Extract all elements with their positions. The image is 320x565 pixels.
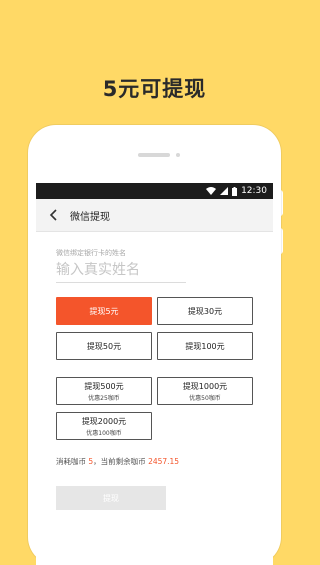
summary-middle: ，当前剩余咖币 [93, 457, 146, 466]
option-discount: 优惠50咖币 [189, 394, 221, 402]
status-bar: 12:30 [36, 183, 273, 199]
option-withdraw-2000[interactable]: 提现2000元 优惠100咖币 [56, 412, 152, 440]
option-label: 提现1000元 [182, 381, 228, 391]
summary-prefix: 消耗咖币 [56, 457, 86, 466]
option-label: 提现50元 [86, 341, 122, 351]
coin-balance: 2457.15 [148, 457, 180, 466]
signal-icon [220, 187, 229, 195]
wifi-icon [206, 187, 217, 195]
option-withdraw-100[interactable]: 提现100元 [157, 332, 253, 360]
option-discount: 优惠25咖币 [88, 394, 120, 402]
option-withdraw-50[interactable]: 提现50元 [56, 332, 152, 360]
amount-options: 提现5元 提现30元 提现50元 提现100元 [56, 297, 253, 360]
option-label: 提现2000元 [81, 416, 127, 426]
option-withdraw-500[interactable]: 提现500元 优惠25咖币 [56, 377, 152, 405]
name-field-label: 微信绑定银行卡的姓名 [56, 249, 126, 257]
option-label: 提现30元 [187, 306, 223, 316]
option-withdraw-5[interactable]: 提现5元 [56, 297, 152, 325]
coin-summary: 消耗咖币 5，当前剩余咖币 2457.15 [56, 456, 253, 467]
page-title: 微信提现 [70, 211, 110, 223]
option-label: 提现5元 [89, 306, 119, 316]
phone-camera [176, 153, 180, 157]
option-discount: 优惠100咖币 [86, 429, 122, 437]
back-arrow-icon [49, 206, 57, 225]
back-button[interactable] [36, 199, 70, 231]
phone-speaker [138, 153, 170, 157]
phone-screen: 12:30 微信提现 微信绑定银行卡的姓名 提现5元 提现30元 [36, 183, 273, 565]
option-withdraw-30[interactable]: 提现30元 [157, 297, 253, 325]
withdraw-submit-button[interactable]: 提现 [56, 486, 166, 510]
status-time: 12:30 [241, 186, 267, 196]
option-label: 提现500元 [84, 381, 124, 391]
withdraw-form: 微信绑定银行卡的姓名 提现5元 提现30元 提现50元 提现100元 提现50 [36, 248, 273, 510]
battery-icon [232, 186, 238, 196]
app-bar: 微信提现 [36, 199, 273, 232]
option-withdraw-1000[interactable]: 提现1000元 优惠50咖币 [157, 377, 253, 405]
promo-headline: 5元可提现 [102, 77, 207, 101]
option-label: 提现100元 [185, 341, 225, 351]
real-name-input[interactable] [56, 260, 186, 283]
phone-frame: 12:30 微信提现 微信绑定银行卡的姓名 提现5元 提现30元 [28, 125, 281, 565]
bonus-amount-options: 提现500元 优惠25咖币 提现1000元 优惠50咖币 提现2000元 优惠1… [56, 377, 253, 440]
